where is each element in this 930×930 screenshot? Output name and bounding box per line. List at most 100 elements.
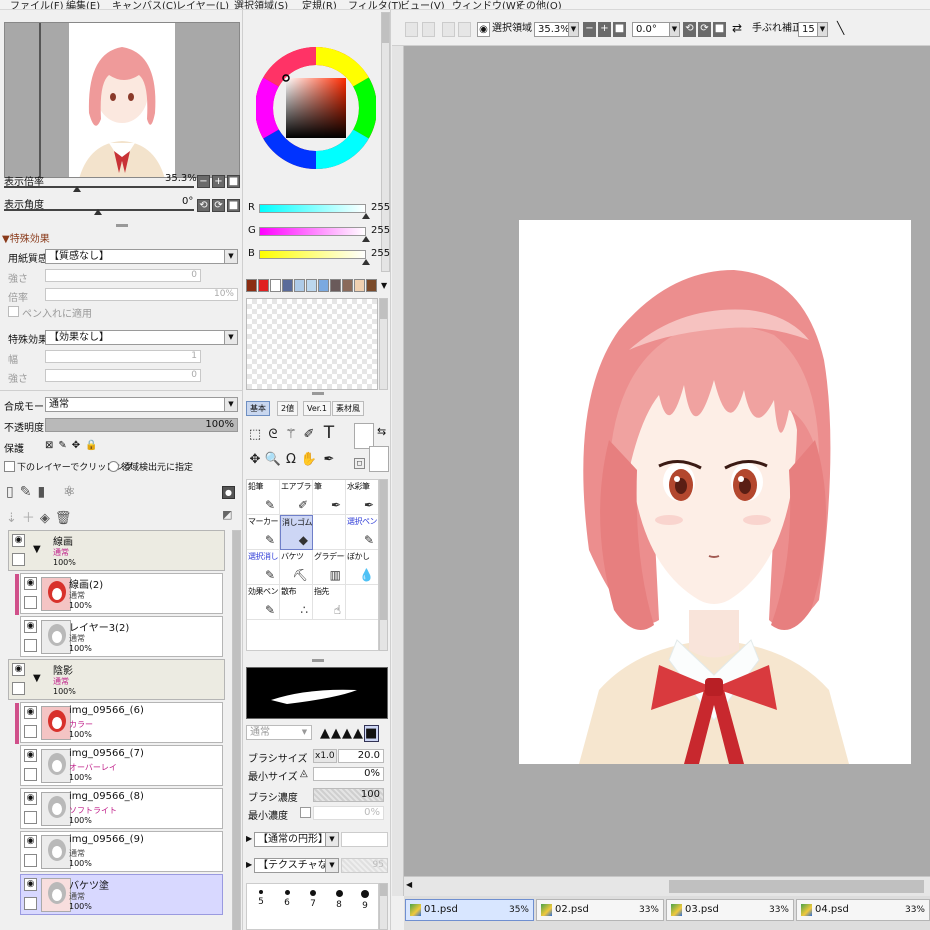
- color-swatch[interactable]: [354, 279, 365, 292]
- layer-lock-checkbox[interactable]: [24, 768, 37, 781]
- file-tab[interactable]: 01.psd 35%: [405, 899, 534, 921]
- layer-lock-checkbox[interactable]: [24, 854, 37, 867]
- brush-shape-icons[interactable]: ▲▲▲▲■: [320, 725, 380, 742]
- layer-row[interactable]: ◉ 線画(2) 通常 100%: [15, 573, 223, 615]
- canvas-area[interactable]: [404, 46, 930, 876]
- menu-canvas[interactable]: キャンバス(C): [112, 0, 177, 9]
- brush-slot[interactable]: ぼかし 💧: [346, 550, 378, 585]
- brush-slot[interactable]: [346, 585, 378, 620]
- chevron-down-icon[interactable]: ▼: [568, 22, 579, 37]
- menu-other[interactable]: その他(O): [516, 0, 562, 9]
- brush-slot[interactable]: エアブラシ ✐: [280, 480, 313, 515]
- brush-slot[interactable]: 選択消し ✎: [247, 550, 280, 585]
- effect-select[interactable]: 【効果なし】 ▼: [45, 330, 238, 345]
- brush-slot[interactable]: [313, 515, 346, 550]
- b-handle[interactable]: [362, 259, 370, 265]
- color-swatch[interactable]: [366, 279, 377, 292]
- color-swatch[interactable]: [258, 279, 269, 292]
- r-handle[interactable]: [362, 213, 370, 219]
- file-tab[interactable]: 03.psd 33%: [666, 899, 794, 921]
- shape-icon[interactable]: ■: [364, 725, 380, 742]
- brush-slot[interactable]: 効果ペン ✎: [247, 585, 280, 620]
- rotate-reset-button[interactable]: ■: [227, 199, 240, 212]
- color-swatch[interactable]: [282, 279, 293, 292]
- g-handle[interactable]: [362, 236, 370, 242]
- r-slider[interactable]: [259, 204, 366, 213]
- color-swatch[interactable]: [306, 279, 317, 292]
- pressure-icon[interactable]: ◬: [300, 768, 308, 779]
- brush-size-field[interactable]: 20.0: [338, 749, 384, 763]
- dot-size-cell[interactable]: 5: [248, 890, 274, 907]
- rotate-icon[interactable]: Ω: [282, 451, 300, 469]
- min-size-field[interactable]: 0%: [313, 767, 384, 781]
- redo-button[interactable]: [422, 22, 435, 37]
- flip-icon[interactable]: ⇄: [732, 22, 742, 37]
- layer-folder[interactable]: ◉ ▼ 線画 通常 100%: [8, 530, 225, 571]
- zoom-in-button[interactable]: +: [212, 175, 225, 188]
- protect-icons[interactable]: ⊠✎✥🔒: [45, 440, 103, 451]
- layer-lock-checkbox[interactable]: [24, 639, 37, 652]
- eyedropper-icon[interactable]: ✒: [320, 451, 338, 469]
- size-multiplier[interactable]: x1.0: [313, 749, 337, 763]
- min-density-field[interactable]: 0%: [313, 806, 384, 820]
- brush-slot[interactable]: マーカー ✎: [247, 515, 280, 550]
- add-icon[interactable]: ＋: [22, 511, 40, 526]
- brush-shape-select[interactable]: 【通常の円形】 ▼: [254, 832, 339, 847]
- eye-icon[interactable]: ◉: [477, 22, 490, 37]
- dot-size-cell[interactable]: 6: [274, 890, 300, 908]
- move-icon[interactable]: ✥: [246, 451, 264, 469]
- color-swatch[interactable]: [330, 279, 341, 292]
- b-slider[interactable]: [259, 250, 366, 259]
- undo-button[interactable]: [405, 22, 418, 37]
- brush-slot[interactable]: 水彩筆 ✒: [346, 480, 378, 515]
- menu-edit[interactable]: 編集(E): [66, 0, 100, 9]
- lock-move-icon[interactable]: ✥: [72, 440, 85, 451]
- rotate-left-button[interactable]: ⟲: [683, 22, 696, 37]
- rotate-right-button[interactable]: ⟳: [212, 199, 225, 212]
- paper-select[interactable]: 【質感なし】 ▼: [45, 249, 238, 264]
- file-tab[interactable]: 02.psd 33%: [536, 899, 664, 921]
- line-tool-icon[interactable]: ╲: [837, 22, 844, 37]
- scale-field[interactable]: 10%: [45, 288, 238, 301]
- layer-row[interactable]: ◉ img_09566_(6) カラー 100%: [15, 702, 223, 744]
- chevron-down-icon[interactable]: ▼: [817, 22, 828, 37]
- layer-lock-checkbox[interactable]: [24, 596, 37, 609]
- eye-icon[interactable]: ◉: [24, 706, 37, 719]
- new-layer-icon[interactable]: ▯: [6, 484, 20, 500]
- color-swatch[interactable]: [318, 279, 329, 292]
- zoom-icon[interactable]: 🔍: [264, 451, 282, 469]
- blend-select[interactable]: 通常 ▼: [45, 397, 238, 412]
- invert-select-button[interactable]: [458, 22, 471, 37]
- layer-scrollbar[interactable]: [232, 530, 241, 930]
- canvas-vertical-scrollbar[interactable]: [392, 46, 404, 896]
- expand-icon[interactable]: ▶: [246, 834, 252, 843]
- eye-icon[interactable]: ◉: [24, 749, 37, 762]
- brush-slot[interactable]: バケツ ⛏: [280, 550, 313, 585]
- tab-basic[interactable]: 基本: [246, 401, 270, 416]
- shape-icon[interactable]: ▲: [331, 726, 342, 741]
- eye-icon[interactable]: ◉: [12, 663, 25, 676]
- rotate-left-button[interactable]: ⟲: [197, 199, 210, 212]
- layer-row[interactable]: ◉ img_09566_(9) 通常 100%: [20, 831, 223, 872]
- brush-slot[interactable]: 散布 ∴: [280, 585, 313, 620]
- folder-collapse-icon[interactable]: ▼: [33, 673, 41, 684]
- b-value[interactable]: 255: [371, 248, 390, 259]
- zoom-reset-button[interactable]: ■: [227, 175, 240, 188]
- color-swatch[interactable]: [342, 279, 353, 292]
- g-slider[interactable]: [259, 227, 366, 236]
- dot-size-cell[interactable]: 9: [352, 890, 378, 911]
- folder-collapse-icon[interactable]: ▼: [33, 544, 41, 555]
- eye-icon[interactable]: ◉: [24, 620, 37, 633]
- menu-filter[interactable]: フィルタ(T): [348, 0, 402, 9]
- deselect-button[interactable]: [442, 22, 455, 37]
- brush-slot[interactable]: 選択ペン ✎: [346, 515, 378, 550]
- select-pen-icon[interactable]: ✐: [300, 426, 318, 444]
- source-radio[interactable]: [108, 461, 119, 472]
- chevron-down-icon[interactable]: ▼: [381, 281, 387, 290]
- hand-icon[interactable]: ✋: [300, 451, 318, 469]
- texture-strength[interactable]: 95: [341, 858, 388, 873]
- layer-lock-checkbox[interactable]: [12, 682, 25, 695]
- dot-scrollbar[interactable]: [379, 883, 388, 930]
- magic-wand-icon[interactable]: ⚚: [282, 426, 300, 444]
- transparent-color-icon[interactable]: ◻: [354, 458, 365, 469]
